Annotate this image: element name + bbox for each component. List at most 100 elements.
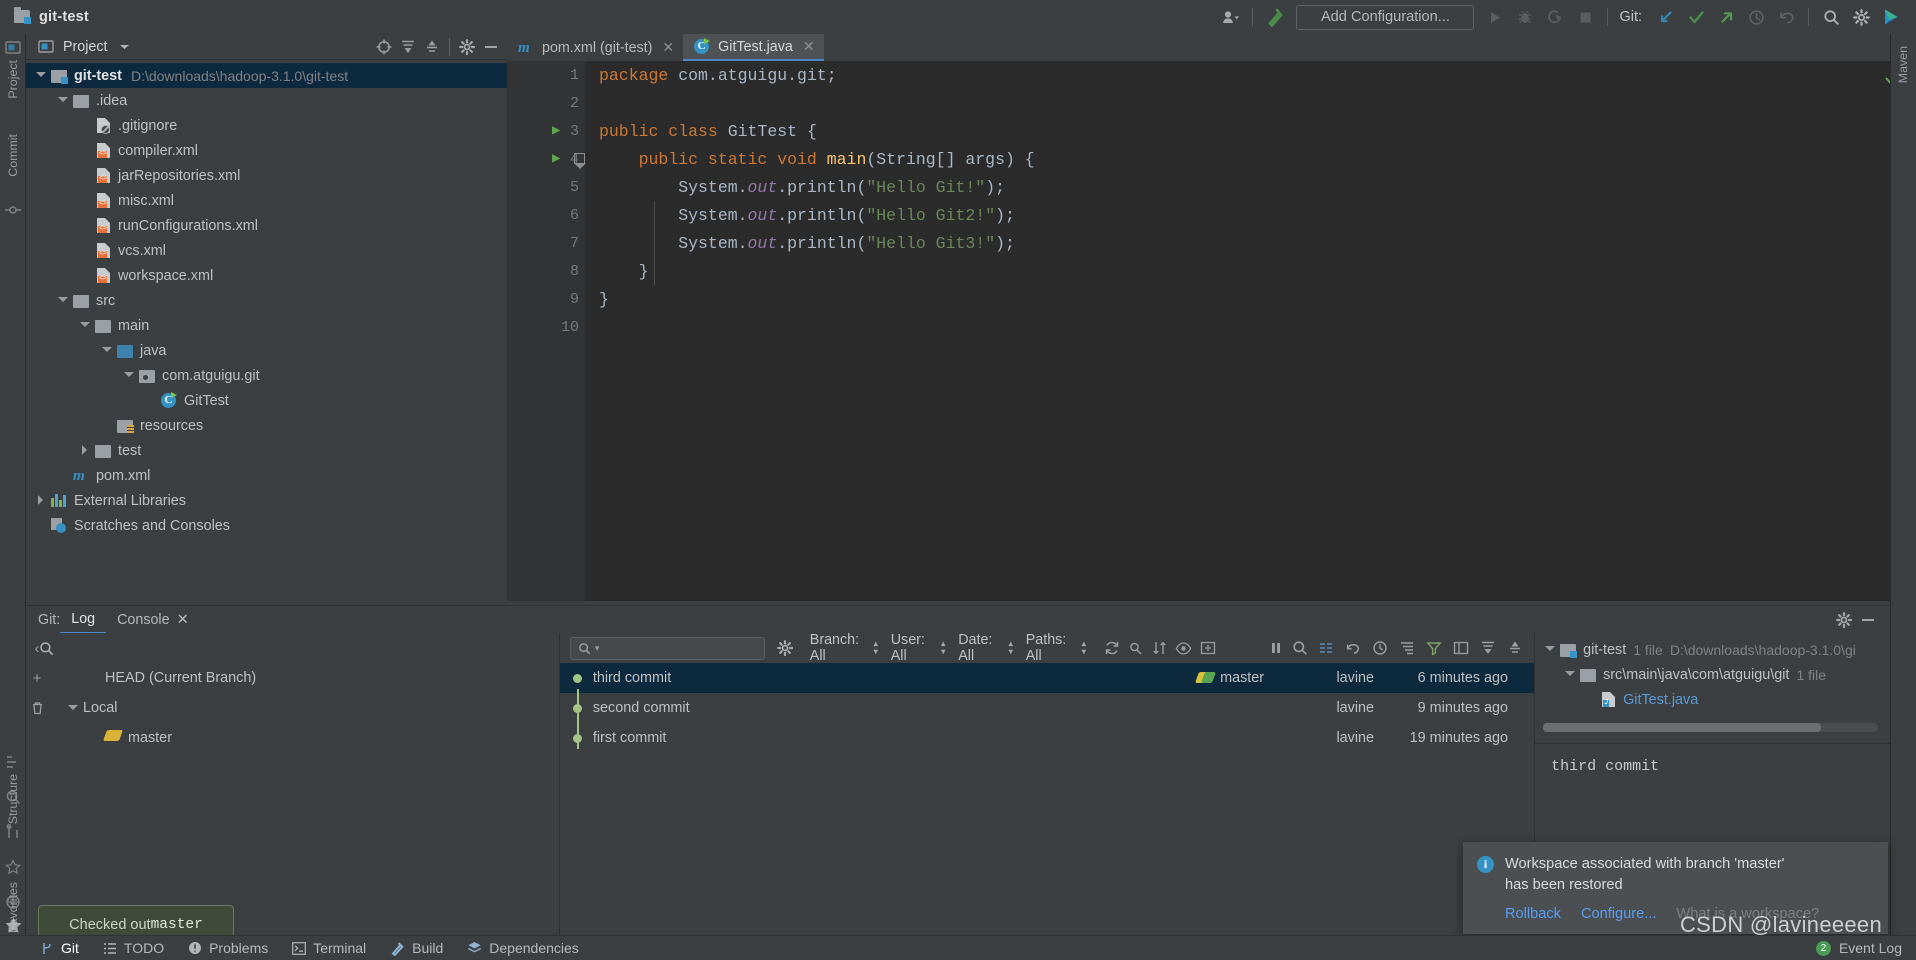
project-tree-item[interactable]: com.atguigu.git bbox=[26, 363, 507, 388]
structure-icon[interactable] bbox=[5, 754, 22, 771]
statusbar-item-build[interactable]: Build bbox=[390, 940, 443, 956]
git-history-clock-icon[interactable] bbox=[1741, 2, 1771, 32]
revert-icon[interactable] bbox=[1339, 635, 1366, 661]
project-tree-item[interactable]: m pom.xml bbox=[26, 463, 507, 488]
tab-console[interactable]: Console ✕ bbox=[106, 606, 199, 634]
editor-tab[interactable]: C GitTest.java ✕ bbox=[683, 34, 824, 61]
pull-requests-icon[interactable] bbox=[5, 824, 22, 841]
configure-link[interactable]: Configure... bbox=[1581, 906, 1656, 922]
filter-gear-icon[interactable] bbox=[773, 635, 797, 661]
build-hammer-icon[interactable] bbox=[1260, 2, 1290, 32]
chevron-down-icon[interactable] bbox=[122, 369, 135, 382]
hide-minimize-icon[interactable] bbox=[1856, 609, 1880, 631]
project-tree-item[interactable]: src bbox=[26, 288, 507, 313]
statusbar-item-todo[interactable]: TODO bbox=[103, 940, 164, 956]
project-tree-item[interactable]: git-test D:\downloads\hadoop-3.1.0\git-te… bbox=[26, 63, 507, 88]
diff-icon[interactable] bbox=[1312, 635, 1339, 661]
locate-target-icon[interactable] bbox=[372, 36, 396, 58]
git-rollback-undo-icon[interactable] bbox=[1771, 2, 1801, 32]
code-line[interactable]: System. out .println("Hello Git3!"); bbox=[585, 229, 1916, 257]
search-rail-icon[interactable] bbox=[5, 789, 22, 806]
show-details-icon[interactable] bbox=[1172, 635, 1196, 661]
chevron-down-icon[interactable] bbox=[78, 319, 91, 332]
go-to-hash-icon[interactable] bbox=[1124, 635, 1148, 661]
run-play-icon[interactable] bbox=[1480, 2, 1510, 32]
chevron-down-icon[interactable] bbox=[100, 344, 113, 357]
chevron-down-icon[interactable] bbox=[34, 69, 47, 82]
project-tree-item[interactable]: test bbox=[26, 438, 507, 463]
group-by-icon[interactable] bbox=[1393, 635, 1420, 661]
statusbar-item-terminal[interactable]: Terminal bbox=[292, 940, 366, 956]
commit-row[interactable]: first commit lavine 19 minutes ago bbox=[560, 723, 1534, 753]
project-tree-item[interactable]: main bbox=[26, 313, 507, 338]
history-clock-icon[interactable] bbox=[1366, 635, 1393, 661]
rail-tab-project[interactable]: Project bbox=[6, 60, 20, 99]
code-line[interactable]: package com.atguigu.git; bbox=[585, 61, 1916, 89]
close-icon[interactable]: ✕ bbox=[177, 612, 189, 628]
find-icon[interactable] bbox=[1288, 635, 1312, 661]
log-search-input[interactable]: ▾ bbox=[569, 636, 765, 660]
close-icon[interactable]: ✕ bbox=[662, 39, 674, 56]
editor-tab[interactable]: m pom.xml (git-test) ✕ bbox=[507, 34, 683, 61]
code-line[interactable]: System. out .println("Hello Git!"); bbox=[585, 173, 1916, 201]
branch-tree-item[interactable]: HEAD (Current Branch) bbox=[26, 663, 559, 693]
rail-tab-maven[interactable]: Maven bbox=[1896, 46, 1910, 83]
user-account-icon[interactable] bbox=[1215, 2, 1245, 32]
project-tree-item[interactable]: <> compiler.xml bbox=[26, 138, 507, 163]
intellij-idea-icon[interactable] bbox=[1876, 2, 1906, 32]
code-content[interactable]: package com.atguigu.git; public class Git… bbox=[585, 61, 1916, 601]
rail-tab-commit[interactable]: Commit bbox=[6, 134, 20, 177]
commit-list[interactable]: third commit master lavine 6 minutes ago sec… bbox=[559, 663, 1535, 753]
expand-icon[interactable] bbox=[1196, 635, 1220, 661]
editor-gutter[interactable]: 1 2 3 ▶ 4 ▶ 5 6 7 8 9 10 bbox=[507, 61, 586, 601]
close-icon[interactable]: ✕ bbox=[803, 38, 815, 55]
code-line[interactable]: } bbox=[585, 257, 1916, 285]
preview-layout-icon[interactable] bbox=[1447, 635, 1474, 661]
collapse-all-icon[interactable] bbox=[420, 36, 444, 58]
filter-rail-icon[interactable] bbox=[5, 894, 22, 911]
branch-tree-item[interactable]: Local bbox=[26, 693, 559, 723]
filter-icon[interactable] bbox=[1420, 635, 1447, 661]
project-tree-item[interactable]: <> misc.xml bbox=[26, 188, 507, 213]
filter-branch[interactable]: Branch: All ▴ ▾ bbox=[810, 632, 878, 664]
branch-tree-item[interactable]: master bbox=[26, 723, 559, 753]
trash-icon[interactable] bbox=[26, 693, 48, 723]
run-method-gutter-icon[interactable]: ▶ bbox=[552, 145, 560, 173]
code-line[interactable] bbox=[585, 313, 1916, 341]
chevron-down-icon[interactable] bbox=[56, 94, 69, 107]
chevron-right-icon[interactable] bbox=[78, 444, 91, 457]
plus-icon[interactable]: + bbox=[26, 663, 48, 693]
code-fold-marker[interactable] bbox=[573, 153, 586, 169]
run-with-coverage-icon[interactable] bbox=[1540, 2, 1570, 32]
project-tree-item[interactable]: External Libraries bbox=[26, 488, 507, 513]
stop-square-icon[interactable] bbox=[1570, 2, 1600, 32]
git-commit-checkmark-icon[interactable] bbox=[1681, 2, 1711, 32]
changed-file-row[interactable]: git-test 1 file D:\downloads\hadoop-3.1.0\… bbox=[1535, 637, 1890, 662]
project-tree[interactable]: git-test D:\downloads\hadoop-3.1.0\git-te… bbox=[26, 60, 507, 605]
git-update-project-icon[interactable] bbox=[1651, 2, 1681, 32]
chevron-down-icon[interactable] bbox=[66, 702, 79, 715]
filter-paths[interactable]: Paths: All ▴ ▾ bbox=[1026, 632, 1086, 664]
chevron-down-icon[interactable] bbox=[56, 294, 69, 307]
intellisort-icon[interactable] bbox=[1148, 635, 1172, 661]
gear-icon[interactable] bbox=[1832, 609, 1856, 631]
project-tree-item[interactable]: .idea bbox=[26, 88, 507, 113]
chevron-down-icon[interactable] bbox=[1543, 643, 1556, 656]
project-tree-item[interactable]: java bbox=[26, 338, 507, 363]
statusbar-item-git[interactable]: Git bbox=[40, 940, 79, 956]
debug-bug-icon[interactable] bbox=[1510, 2, 1540, 32]
filter-date[interactable]: Date: All ▴ ▾ bbox=[958, 632, 1013, 664]
pause-icon[interactable] bbox=[1264, 635, 1288, 661]
event-log-label[interactable]: Event Log bbox=[1839, 940, 1902, 956]
project-tree-item[interactable]: Scratches and Consoles bbox=[26, 513, 507, 538]
tab-log[interactable]: Log bbox=[60, 606, 107, 634]
bookmarks-star-icon[interactable] bbox=[5, 859, 22, 876]
code-line[interactable]: System. out .println("Hello Git2!"); bbox=[585, 201, 1916, 229]
changed-files-tree[interactable]: git-test 1 file D:\downloads\hadoop-3.1.0\… bbox=[1535, 633, 1890, 712]
gear-icon[interactable] bbox=[1846, 2, 1876, 32]
code-line[interactable] bbox=[585, 89, 1916, 117]
chevron-down-icon[interactable] bbox=[119, 43, 130, 51]
branches-tree[interactable]: HEAD (Current Branch) Local master bbox=[26, 663, 559, 753]
details-horizontal-scrollbar[interactable] bbox=[1543, 723, 1878, 732]
project-tree-item[interactable]: C GitTest bbox=[26, 388, 507, 413]
